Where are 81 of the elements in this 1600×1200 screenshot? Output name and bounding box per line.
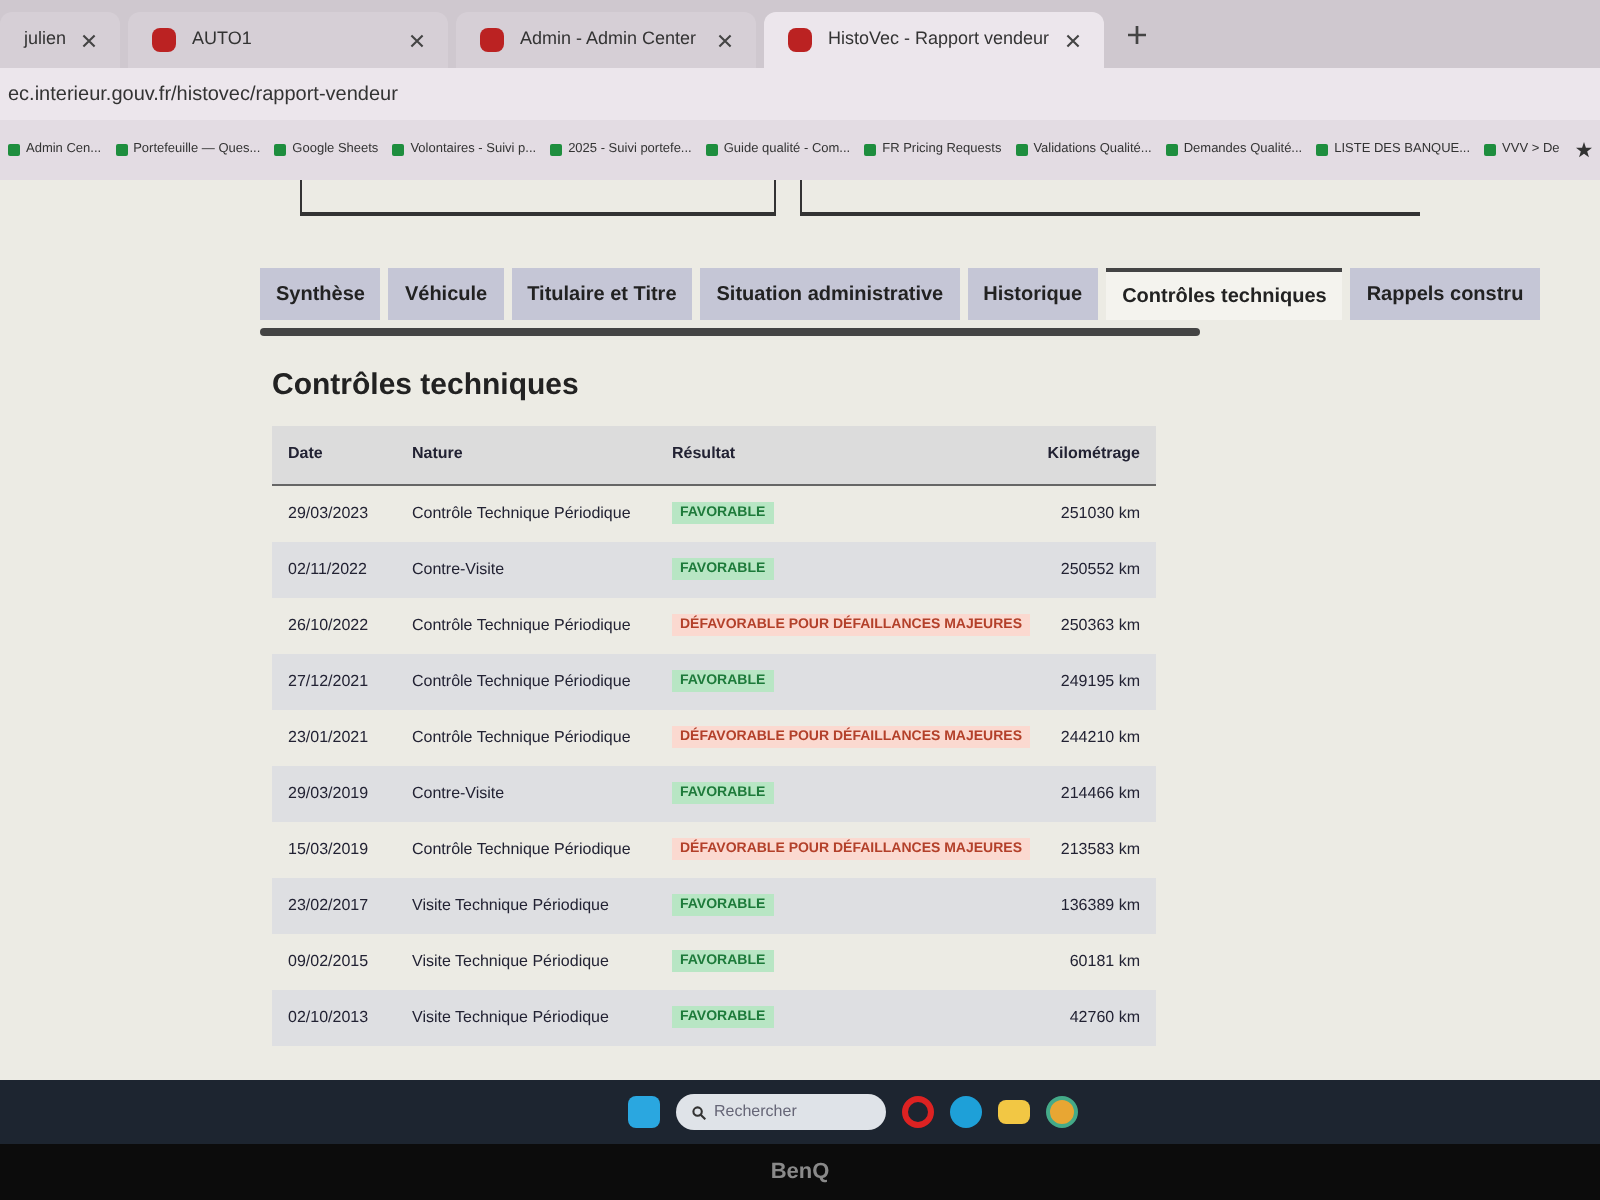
sheet-icon xyxy=(1165,144,1178,156)
tab-title: AUTO1 xyxy=(192,26,254,53)
date-cell-text: 23/01/2021 xyxy=(288,725,371,749)
date-cell-text: 09/02/2015 xyxy=(288,949,371,973)
site-icon xyxy=(788,28,812,52)
mileage-cell-text: 214466 km xyxy=(1058,781,1140,805)
mileage-cell-text: 213583 km xyxy=(1058,837,1140,861)
sheet-icon xyxy=(115,144,128,156)
star-icon[interactable] xyxy=(1576,142,1592,158)
date-cell-text: 02/11/2022 xyxy=(288,557,369,581)
folder-icon[interactable] xyxy=(998,1100,1030,1124)
mileage-cell-text: 136389 km xyxy=(1058,893,1140,917)
sheet-icon xyxy=(550,144,563,156)
search-field[interactable]: Rechercher xyxy=(676,1094,886,1130)
nature-cell-text: Contrôle Technique Périodique xyxy=(412,725,633,749)
column-header: Résultat xyxy=(672,442,738,466)
page-tab[interactable]: Véhicule xyxy=(388,268,504,320)
scroll-bar[interactable] xyxy=(260,328,1200,336)
mileage-cell-text: 249195 km xyxy=(1058,669,1140,693)
sheet-icon xyxy=(8,144,20,156)
nature-cell-text: Visite Technique Périodique xyxy=(412,1005,611,1029)
search-placeholder: Rechercher xyxy=(714,1100,797,1124)
page-tab[interactable]: Situation administrative xyxy=(700,268,960,320)
page-tab[interactable]: Historique xyxy=(967,268,1099,320)
section-heading: Contrôles techniques xyxy=(272,366,581,406)
nature-cell-text: Contre-Visite xyxy=(412,781,507,805)
site-icon xyxy=(480,28,504,52)
column-header: Date xyxy=(288,442,325,466)
date-cell-text: 23/02/2017 xyxy=(288,893,371,917)
nature-cell-text: Visite Technique Périodique xyxy=(412,893,611,917)
windows-icon[interactable] xyxy=(628,1096,660,1128)
sheet-icon xyxy=(705,144,718,156)
nature-cell-text: Visite Technique Périodique xyxy=(412,949,611,973)
nature-cell-text: Contrôle Technique Périodique xyxy=(412,669,633,693)
page-tab[interactable]: Titulaire et Titre xyxy=(511,268,693,320)
app-icon[interactable] xyxy=(950,1096,982,1128)
site-icon xyxy=(152,28,176,52)
page-tab[interactable]: Contrôles techniques xyxy=(1106,268,1343,320)
close-icon[interactable] xyxy=(718,33,732,47)
close-icon[interactable] xyxy=(82,33,97,47)
sheet-icon xyxy=(1015,144,1028,156)
browser-tab[interactable]: AUTO1 xyxy=(128,12,448,68)
search-icon xyxy=(692,1105,706,1119)
date-cell-text: 29/03/2019 xyxy=(288,781,371,805)
mileage-cell-text: 244210 km xyxy=(1058,725,1140,749)
mileage-cell-text: 42760 km xyxy=(1067,1005,1140,1029)
tab-title: Admin - Admin Center xyxy=(520,26,699,53)
monitor-logo: BenQ xyxy=(770,1157,830,1188)
sheet-icon xyxy=(392,144,405,156)
sheet-icon xyxy=(1484,144,1497,156)
browser-tab[interactable]: Admin - Admin Center xyxy=(456,12,756,68)
nature-cell-text: Contrôle Technique Périodique xyxy=(412,501,633,525)
nature-cell-text: Contrôle Technique Périodique xyxy=(412,837,633,861)
close-icon[interactable] xyxy=(1066,33,1080,47)
new-tab-icon[interactable] xyxy=(1128,25,1146,43)
mileage-cell-text: 250552 km xyxy=(1058,557,1140,581)
page-tab[interactable]: Rappels constru xyxy=(1350,268,1540,320)
date-cell-text: 02/10/2013 xyxy=(288,1005,371,1029)
sheet-icon xyxy=(274,144,287,156)
sheet-icon xyxy=(864,144,877,156)
browser-tab[interactable]: julien xyxy=(0,12,120,68)
column-header: Nature xyxy=(412,442,465,466)
sheet-icon xyxy=(1316,144,1329,156)
nature-cell-text: Contre-Visite xyxy=(412,557,507,581)
tab-title: julien xyxy=(24,26,67,53)
mileage-cell-text: 60181 km xyxy=(1067,949,1140,973)
page-tab[interactable]: Synthèse xyxy=(260,268,381,320)
date-cell-text: 27/12/2021 xyxy=(288,669,371,693)
close-icon[interactable] xyxy=(410,33,424,47)
date-cell-text: 29/03/2023 xyxy=(288,501,371,525)
column-header: Kilométrage xyxy=(1045,442,1140,466)
tab-title: HistoVec - Rapport vendeur xyxy=(828,26,1050,53)
address-bar[interactable]: ec.interieur.gouv.fr/histovec/rapport-vendeur xyxy=(8,79,398,109)
date-cell-text: 15/03/2019 xyxy=(288,837,371,861)
nature-cell-text: Contrôle Technique Périodique xyxy=(412,613,633,637)
date-cell-text: 26/10/2022 xyxy=(288,613,371,637)
app-icon[interactable] xyxy=(902,1096,934,1128)
browser-tab[interactable]: HistoVec - Rapport vendeur xyxy=(764,12,1104,68)
mileage-cell-text: 251030 km xyxy=(1058,501,1140,525)
mileage-cell-text: 250363 km xyxy=(1058,613,1140,637)
app-icon[interactable] xyxy=(1046,1096,1078,1128)
